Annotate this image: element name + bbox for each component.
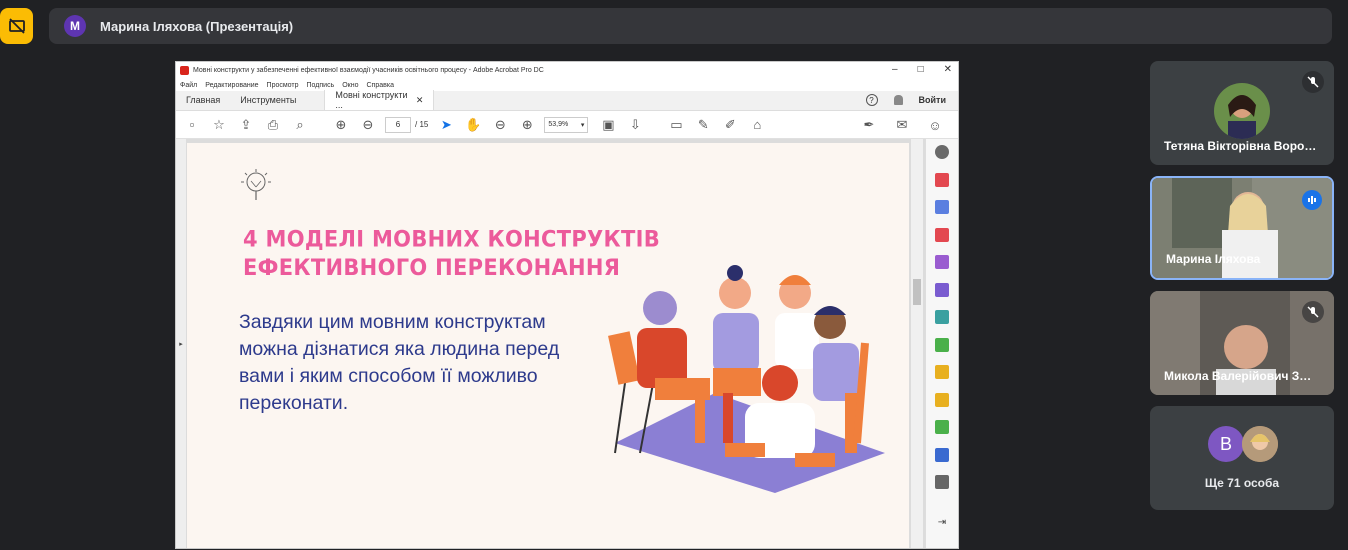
- organize-pages-icon[interactable]: [935, 227, 949, 242]
- compare-icon[interactable]: [935, 337, 949, 352]
- send-review-icon[interactable]: [935, 310, 949, 324]
- pdf-page: 4 МОДЕЛІ МОВНИХ КОНСТРУКТІВ ЕФЕКТИВНОГО …: [187, 143, 909, 548]
- tree-logo-icon: [241, 169, 271, 200]
- comment-icon[interactable]: ▭: [666, 115, 686, 135]
- bookmark-star-icon[interactable]: ☆: [209, 115, 229, 135]
- present-off-icon: [8, 18, 25, 34]
- login-button[interactable]: Войти: [919, 95, 946, 105]
- menu-view[interactable]: Просмотр: [267, 82, 299, 89]
- menu-help[interactable]: Справка: [367, 82, 394, 89]
- acrobat-window: Мовні конструкти у забезпеченні ефективн…: [175, 61, 959, 549]
- maximize-icon[interactable]: □: [918, 64, 924, 75]
- participant-tile-active-speaker[interactable]: Марина Іляхова: [1150, 176, 1334, 280]
- document-area: ▸ 4 МОДЕЛІ МОВНИХ КОНСТРУКТІВ ЕФЕКТИВНОГ…: [176, 139, 958, 548]
- mic-off-icon: [1302, 301, 1324, 323]
- edit-pdf-icon[interactable]: [935, 255, 949, 269]
- zoom-value: 53,9%: [548, 121, 569, 128]
- more-tools-icon[interactable]: [935, 475, 949, 489]
- stamp-icon[interactable]: ⌂: [747, 115, 767, 135]
- more-participants-tile[interactable]: В Ще 71 особа: [1150, 406, 1334, 510]
- stop-presenting-button[interactable]: [0, 8, 33, 44]
- search-icon[interactable]: ⌕: [290, 115, 310, 135]
- zoom-select[interactable]: 53,9% ▾: [544, 116, 589, 133]
- share-user-icon[interactable]: ☺: [925, 115, 945, 135]
- save-icon[interactable]: ▫: [182, 115, 202, 135]
- meet-screen: М Марина Іляхова (Презентація) Мовні кон…: [0, 0, 1348, 550]
- chevron-down-icon: ▾: [580, 121, 585, 129]
- participant-name: Микола Валерійович З…: [1164, 369, 1312, 383]
- tab-document[interactable]: Мовні конструкти ... ✕: [324, 90, 435, 110]
- window-title: Мовні конструкти у забезпеченні ефективн…: [193, 67, 544, 74]
- page-down-icon[interactable]: ⊖: [358, 115, 378, 135]
- tab-home[interactable]: Главная: [176, 90, 230, 110]
- presenter-avatar: М: [64, 15, 86, 37]
- upload-icon[interactable]: ⇪: [236, 115, 256, 135]
- export-pdf-icon[interactable]: [935, 172, 949, 187]
- menu-window[interactable]: Окно: [342, 82, 358, 89]
- select-cursor-icon[interactable]: ➤: [436, 115, 456, 135]
- acrobat-tabs: Главная Инструменты Мовні конструкти ...…: [176, 90, 958, 111]
- more-participant-photo: [1242, 426, 1278, 462]
- page-number-input[interactable]: 6: [385, 116, 411, 133]
- page-total: / 15: [415, 120, 429, 129]
- participant-tile[interactable]: Тетяна Вікторівна Воро…: [1150, 61, 1334, 165]
- mic-off-icon: [1302, 71, 1324, 93]
- tab-tools[interactable]: Инструменты: [230, 90, 306, 110]
- help-icon[interactable]: ?: [865, 94, 878, 106]
- print-production-icon[interactable]: [935, 420, 949, 434]
- protect-icon[interactable]: [935, 365, 949, 379]
- acrobat-toolbar: ▫ ☆ ⇪ ⎙ ⌕ ⊕ ⊖ 6 / 15 ➤ ✋ ⊖ ⊕ 53,9% ▾ ▣ ⇩…: [176, 111, 958, 139]
- participant-name: Тетяна Вікторівна Воро…: [1164, 139, 1317, 153]
- page-fit-icon[interactable]: ▣: [598, 115, 618, 135]
- participant-avatar: [1214, 83, 1270, 139]
- more-participants-label: Ще 71 особа: [1204, 476, 1280, 490]
- acrobat-logo-icon: [180, 66, 189, 75]
- participant-name: Марина Іляхова: [1166, 252, 1261, 266]
- menu-edit[interactable]: Редактирование: [205, 82, 258, 89]
- left-panel-toggle[interactable]: ▸: [176, 139, 186, 548]
- highlight-pen-icon[interactable]: ✎: [693, 115, 713, 135]
- participant-tile[interactable]: Микола Валерійович З…: [1150, 291, 1334, 395]
- notifications-icon[interactable]: [893, 95, 903, 105]
- menu-file[interactable]: Файл: [180, 82, 197, 89]
- page-up-icon[interactable]: ⊕: [331, 115, 351, 135]
- comment-tool-icon[interactable]: [935, 392, 949, 407]
- scrollbar-thumb[interactable]: [913, 279, 921, 305]
- group-discussion-illustration: [608, 265, 885, 493]
- scroll-mode-icon[interactable]: ⇩: [625, 115, 645, 135]
- tools-pane: ⇥: [925, 139, 958, 548]
- speaking-indicator-icon: [1302, 190, 1322, 210]
- more-participant-avatar: В: [1208, 426, 1244, 462]
- sign-icon[interactable]: ✒: [859, 115, 879, 135]
- tab-document-label: Мовні конструкти ...: [335, 90, 408, 110]
- window-titlebar: Мовні конструкти у забезпеченні ефективн…: [176, 62, 958, 79]
- collapse-pane-icon[interactable]: ⇥: [938, 517, 946, 528]
- create-pdf-icon[interactable]: [935, 200, 949, 214]
- zoom-tool-icon[interactable]: [935, 145, 949, 159]
- fill-sign-icon[interactable]: [935, 282, 949, 297]
- zoom-out-icon[interactable]: ⊖: [490, 115, 510, 135]
- slide-body-text: Завдяки цим мовним конструктам можна діз…: [239, 311, 560, 414]
- minimize-icon[interactable]: –: [892, 64, 898, 75]
- draw-icon[interactable]: ✐: [720, 115, 740, 135]
- zoom-in-icon[interactable]: ⊕: [517, 115, 537, 135]
- email-icon[interactable]: ✉: [892, 115, 912, 135]
- shield-icon[interactable]: [935, 447, 949, 462]
- menu-sign[interactable]: Подпись: [307, 82, 335, 89]
- hand-tool-icon[interactable]: ✋: [463, 115, 483, 135]
- close-icon[interactable]: ✕: [944, 64, 952, 75]
- presenter-label: Марина Іляхова (Презентація): [100, 18, 294, 34]
- vertical-scrollbar[interactable]: [911, 139, 923, 548]
- presenter-banner: М Марина Іляхова (Презентація): [49, 8, 1332, 44]
- tab-close-icon[interactable]: ✕: [416, 95, 424, 106]
- print-icon[interactable]: ⎙: [263, 115, 283, 135]
